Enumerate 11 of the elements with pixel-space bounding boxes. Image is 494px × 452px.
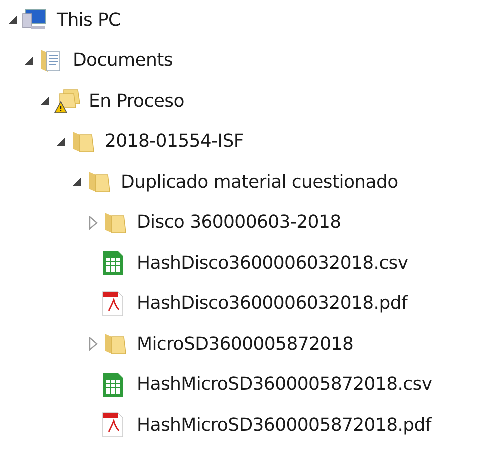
tree-item-label[interactable]: Disco 360000603-2018 [137,212,342,234]
tree-item-label[interactable]: En Proceso [89,90,184,112]
tree-item-label[interactable]: 2018-01554-ISF [105,131,244,152]
tree-item-label[interactable]: Duplicado material cuestionado [121,172,398,193]
tree-item-label[interactable]: This PC [57,10,121,31]
tree-item-label[interactable]: HashMicroSD3600005872018.csv [137,374,432,396]
tree-item-label[interactable]: Documents [73,50,173,72]
tree-item-label[interactable]: HashDisco3600006032018.pdf [137,293,408,314]
tree-item-label[interactable]: HashMicroSD3600005872018.pdf [137,414,432,436]
tree-item-label[interactable]: HashDisco3600006032018.csv [137,252,408,274]
tree-item-label[interactable]: MicroSD3600005872018 [137,334,354,355]
